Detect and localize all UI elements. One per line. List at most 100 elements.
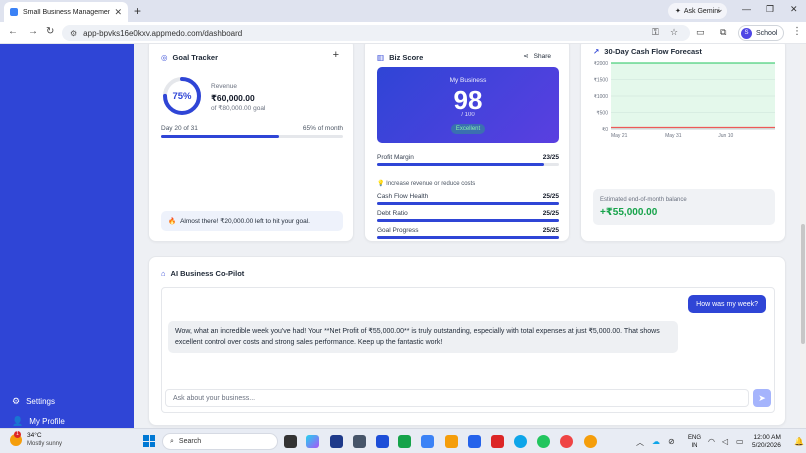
- app-icon[interactable]: [491, 435, 504, 448]
- cast-icon[interactable]: ▭: [696, 27, 705, 38]
- teams-icon[interactable]: [330, 435, 343, 448]
- metric-name: Profit Margin: [377, 154, 414, 161]
- lightbulb-icon: 💡: [377, 181, 385, 187]
- whatsapp-icon[interactable]: [537, 435, 550, 448]
- reload-button[interactable]: ↻: [46, 26, 54, 37]
- scrollbar[interactable]: [800, 44, 806, 428]
- app-icon[interactable]: [353, 435, 366, 448]
- chat-input[interactable]: Ask about your business...: [165, 389, 749, 407]
- y-tick-label: ₹0: [602, 127, 608, 133]
- search-icon: ⌕: [170, 437, 174, 445]
- task-view-icon[interactable]: [284, 435, 297, 448]
- x-tick-label: May 21: [611, 133, 628, 139]
- revenue-value: ₹60,000.00: [211, 93, 255, 103]
- browser-menu-icon[interactable]: ⋮: [792, 26, 802, 37]
- language-indicator[interactable]: ENG IN: [688, 434, 701, 450]
- wifi-icon[interactable]: ◠: [708, 437, 715, 446]
- volume-icon[interactable]: ◁: [722, 437, 728, 446]
- profile-label: School: [756, 29, 778, 37]
- metric-value: 25/25: [542, 227, 559, 234]
- metric-bar-fill: [377, 236, 559, 239]
- trend-up-icon: ↗: [593, 47, 600, 56]
- notifications-icon[interactable]: 🔔: [794, 437, 804, 446]
- metric-bar-fill: [377, 202, 559, 205]
- site-info-icon[interactable]: ⚙: [70, 29, 77, 38]
- chevron-up-icon[interactable]: ︿: [636, 437, 644, 448]
- y-tick-label: ₹1000: [594, 94, 609, 100]
- ai-message: Wow, what an incredible week you've had!…: [168, 321, 678, 353]
- password-key-icon[interactable]: ⚿: [652, 27, 659, 38]
- app-icon[interactable]: [421, 435, 434, 448]
- tip-text: Increase revenue or reduce costs: [386, 181, 476, 187]
- temperature: 34°C: [27, 432, 42, 439]
- sun-icon: 1: [10, 431, 22, 446]
- tip: 💡 Increase revenue or reduce costs: [377, 180, 475, 187]
- balance-panel: Estimated end-of-month balance +₹55,000.…: [593, 189, 775, 225]
- weather-widget[interactable]: 1 34°C Mostly sunny: [10, 431, 62, 448]
- taskbar-search[interactable]: ⌕ Search: [162, 433, 278, 450]
- metric-name: Cash Flow Health: [377, 193, 429, 200]
- chrome-icon[interactable]: [560, 435, 573, 448]
- copilot-app-icon[interactable]: [306, 435, 319, 448]
- metric-bar-fill: [377, 219, 559, 222]
- minimize-button[interactable]: —: [742, 4, 751, 14]
- cloud-icon[interactable]: ☁: [652, 437, 660, 446]
- month-percent: 65% of month: [302, 125, 343, 132]
- scrollbar-thumb[interactable]: [801, 224, 805, 344]
- region-code: IN: [691, 443, 698, 449]
- windows-start-icon[interactable]: [143, 435, 155, 447]
- day-counter: Day 20 of 31: [161, 125, 198, 132]
- chrome-icon[interactable]: [584, 435, 597, 448]
- maximize-button[interactable]: ❐: [766, 4, 774, 15]
- new-tab-button[interactable]: +: [134, 4, 141, 18]
- sidebar-item-settings[interactable]: ⚙ Settings: [12, 396, 55, 407]
- clock[interactable]: 12:00 AM 5/20/2026: [752, 434, 781, 450]
- revenue-label: Revenue: [211, 83, 238, 90]
- xbox-icon[interactable]: [398, 435, 411, 448]
- metric-name: Debt Ratio: [377, 210, 408, 217]
- sidebar-item-label: My Profile: [29, 417, 65, 426]
- send-button[interactable]: ➤: [753, 389, 771, 407]
- cloud-icon: [10, 8, 18, 16]
- metric-value: 25/25: [542, 193, 559, 200]
- metric-bar: [377, 219, 559, 222]
- tab-title: Small Business Management Sa: [23, 8, 111, 16]
- gemini-label: Ask Gemini: [683, 7, 720, 15]
- series-area: [611, 63, 775, 129]
- metric-name: Goal Progress: [377, 227, 419, 234]
- back-button[interactable]: ←: [8, 26, 18, 37]
- card-title: 30-Day Cash Flow Forecast: [604, 47, 702, 56]
- goal-note-text: Almost there! ₹20,000.00 left to hit you…: [180, 218, 310, 225]
- sidebar-item-my-profile[interactable]: 👤 My Profile: [12, 416, 65, 427]
- balance-value: +₹55,000.00: [600, 207, 658, 218]
- search-label: Search: [178, 438, 202, 445]
- file-explorer-icon[interactable]: [445, 435, 458, 448]
- url-field[interactable]: ⚙ app-bpvks16e0kxv.appmedo.com/dashboard: [62, 25, 690, 41]
- bot-icon: ⌂: [161, 269, 166, 278]
- url-text: app-bpvks16e0kxv.appmedo.com/dashboard: [83, 28, 243, 38]
- gemini-icon: ✦: [675, 8, 681, 15]
- close-window-button[interactable]: ✕: [790, 4, 798, 15]
- battery-icon[interactable]: ▭: [736, 437, 744, 446]
- balance-label: Estimated end-of-month balance: [600, 197, 687, 203]
- browser-tab[interactable]: Small Business Management Sa ✕: [4, 2, 128, 22]
- tab-search-icon[interactable]: ⌄: [716, 4, 724, 15]
- taskbar: 1 34°C Mostly sunny ⌕ Search ︿ ☁ ⊘ ENG I…: [0, 428, 806, 453]
- main-content: ◎ Goal Tracker + 75% Revenue ₹60,000.00 …: [134, 44, 806, 428]
- close-tab-icon[interactable]: ✕: [114, 7, 122, 18]
- forward-button[interactable]: →: [28, 26, 38, 37]
- profile-button[interactable]: S School: [738, 25, 785, 41]
- x-tick-label: Jun 10: [718, 133, 733, 139]
- status-badge: Excellent: [451, 124, 485, 134]
- month-progress-bar: [161, 135, 343, 138]
- business-name: My Business: [449, 77, 487, 84]
- app-icon[interactable]: [376, 435, 389, 448]
- bookmark-star-icon[interactable]: ☆: [670, 27, 678, 38]
- app-tray-icon[interactable]: ⊘: [668, 437, 675, 446]
- extensions-icon[interactable]: ⧉: [720, 27, 726, 38]
- todo-icon[interactable]: [468, 435, 481, 448]
- month-progress-fill: [161, 135, 280, 138]
- metric-bar: [377, 236, 559, 239]
- edge-icon[interactable]: [514, 435, 527, 448]
- goal-percent: 75%: [172, 90, 192, 102]
